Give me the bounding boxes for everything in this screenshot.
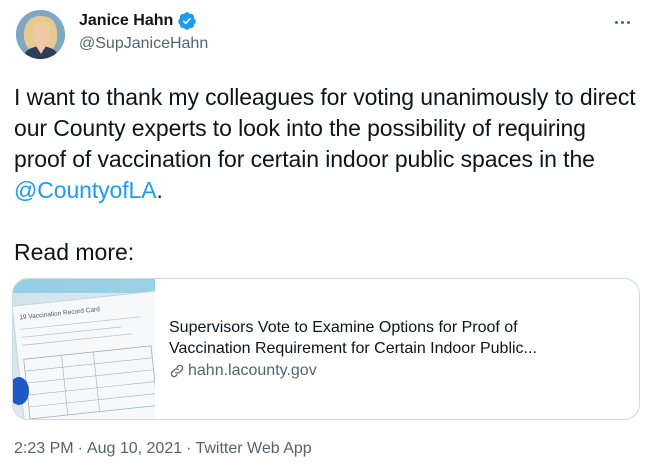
tweet-text-body: I want to thank my colleagues for voting…: [14, 84, 636, 172]
card-body: Supervisors Vote to Examine Options for …: [155, 279, 639, 419]
avatar[interactable]: [16, 10, 65, 59]
mention-link[interactable]: @CountyofLA: [14, 177, 157, 203]
avatar-image: [16, 10, 65, 59]
more-dot: [620, 20, 624, 24]
tweet-text: I want to thank my colleagues for voting…: [14, 82, 640, 206]
tweet-author: Janice Hahn @SupJaniceHahn: [79, 10, 208, 53]
display-name[interactable]: Janice Hahn: [79, 12, 173, 30]
more-dot: [614, 20, 618, 24]
meta-separator: ·: [77, 440, 83, 457]
link-icon: [169, 363, 185, 379]
card-domain: hahn.lacounty.gov: [169, 360, 639, 382]
handle[interactable]: @SupJaniceHahn: [79, 35, 208, 53]
verified-badge-icon: [177, 11, 197, 31]
tweet-time[interactable]: 2:23 PM: [14, 440, 74, 458]
card-title: Supervisors Vote to Examine Options for …: [169, 318, 537, 357]
meta-separator: ·: [186, 440, 192, 457]
card-domain-text: hahn.lacounty.gov: [188, 361, 317, 379]
tweet-date[interactable]: Aug 10, 2021: [87, 440, 182, 458]
card-thumbnail: 19 Vaccination Record Card: [13, 279, 155, 419]
more-dot: [626, 20, 630, 24]
tweet-meta: 2:23 PM · Aug 10, 2021 · Twitter Web App: [14, 440, 312, 458]
more-icon[interactable]: [610, 12, 634, 32]
tweet-source[interactable]: Twitter Web App: [195, 440, 311, 458]
tweet-text-end: .: [156, 177, 163, 203]
link-card[interactable]: 19 Vaccination Record Card Supervisors V…: [12, 278, 640, 420]
read-more-text: Read more:: [14, 239, 135, 265]
